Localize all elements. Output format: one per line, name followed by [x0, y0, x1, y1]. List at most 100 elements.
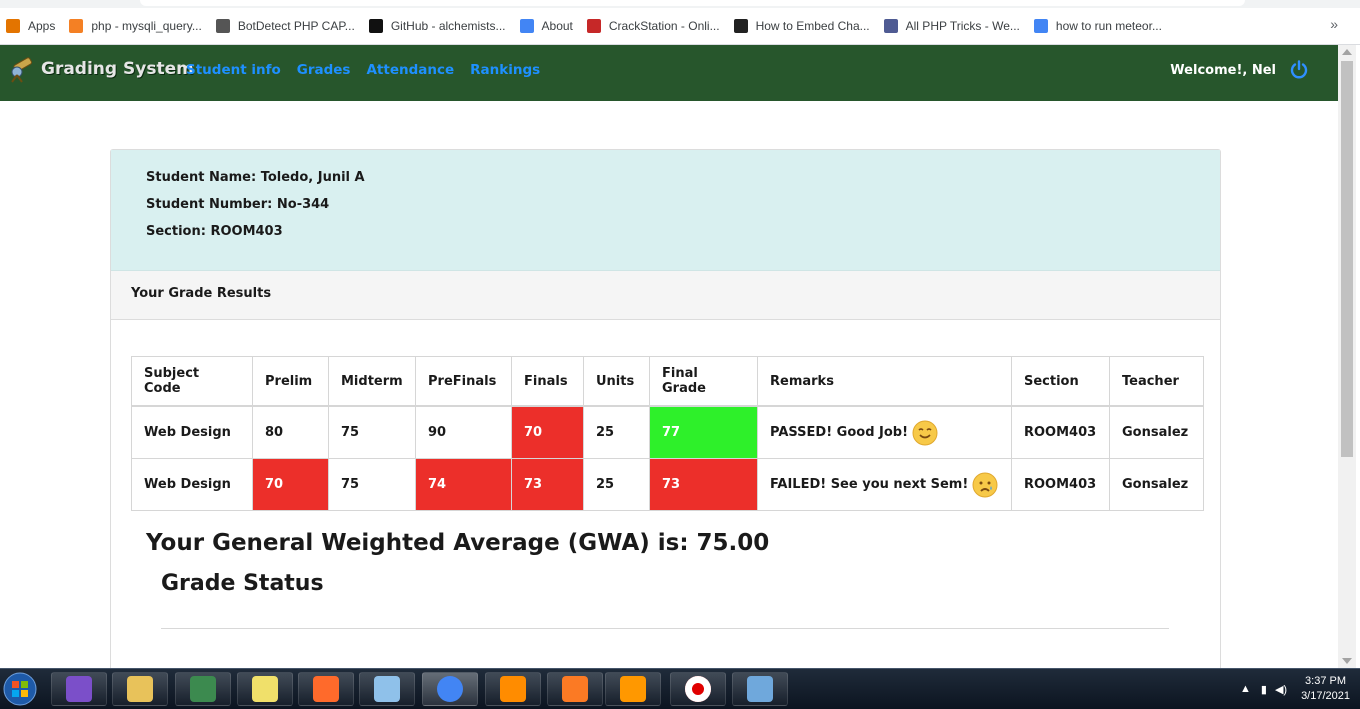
student-name: Student Name: Toledo, Junil A — [146, 170, 365, 185]
table-header-row: Subject Code Prelim Midterm PreFinals Fi… — [131, 356, 1204, 407]
taskbar-button[interactable] — [112, 672, 168, 706]
apps-grid-icon — [6, 19, 20, 33]
page-scrollbar[interactable] — [1338, 45, 1356, 668]
vlc-icon — [500, 676, 526, 702]
student-info-panel: Student Name: Toledo, Junil A Student Nu… — [111, 150, 1220, 271]
grades-table: Subject Code Prelim Midterm PreFinals Fi… — [131, 356, 1204, 511]
taskbar-button[interactable] — [359, 672, 415, 706]
xampp-icon — [562, 676, 588, 702]
network-icon[interactable]: ▮ — [1261, 683, 1267, 696]
clock[interactable]: 3:37 PM 3/17/2021 — [1301, 674, 1350, 704]
col-teacher: Teacher — [1109, 356, 1204, 407]
cell-prefinals: 90 — [415, 405, 512, 459]
table-row: Web Design 80 75 90 70 25 77 PASSED! Goo… — [131, 405, 1204, 459]
botdetect-icon — [215, 19, 230, 33]
volume-icon[interactable]: ◀) — [1275, 683, 1287, 696]
power-icon[interactable] — [1290, 60, 1308, 80]
col-prefinals: PreFinals — [415, 356, 512, 407]
cell-final-grade: 73 — [649, 458, 758, 511]
address-bar[interactable] — [140, 0, 1245, 6]
nav-attendance[interactable]: Attendance — [366, 62, 454, 78]
bookmark-item[interactable]: php - mysqli_query... — [69, 19, 202, 33]
bookmark-label: Apps — [28, 19, 56, 33]
bookmark-item[interactable]: BotDetect PHP CAP... — [215, 19, 355, 33]
nav-grades[interactable]: Grades — [297, 62, 351, 78]
cell-subject: Web Design — [131, 458, 253, 511]
clock-date: 3/17/2021 — [1301, 690, 1350, 702]
remark-text: FAILED! See you next Sem! — [770, 477, 969, 492]
bookmark-item[interactable]: how to run meteor... — [1033, 19, 1162, 33]
paint-icon — [747, 676, 773, 702]
welcome-text: Welcome!, Nel — [1170, 63, 1276, 78]
table-row: Web Design 70 75 74 73 25 73 FAILED! See… — [131, 458, 1204, 511]
nav-rankings[interactable]: Rankings — [470, 62, 540, 78]
taskbar-button[interactable] — [175, 672, 231, 706]
windows-taskbar: ▲ ▮ ◀) 3:37 PM 3/17/2021 — [0, 668, 1360, 709]
gwa-heading: Your General Weighted Average (GWA) is: … — [146, 530, 770, 556]
cell-finals: 73 — [511, 458, 584, 511]
cell-units: 25 — [583, 458, 650, 511]
cell-midterm: 75 — [328, 458, 416, 511]
cell-prelim: 80 — [252, 405, 329, 459]
bookmark-item[interactable]: How to Embed Cha... — [733, 19, 870, 33]
col-units: Units — [583, 356, 650, 407]
taskbar-button[interactable] — [237, 672, 293, 706]
telescope-logo-icon — [11, 57, 33, 83]
tray-arrow-icon[interactable]: ▲ — [1240, 683, 1251, 695]
taskbar-button[interactable] — [422, 672, 478, 706]
scroll-thumb[interactable] — [1341, 61, 1353, 457]
col-section: Section — [1011, 356, 1110, 407]
sad-face-icon — [972, 472, 998, 497]
bookmark-label: how to run meteor... — [1055, 19, 1162, 33]
cell-section: ROOM403 — [1011, 405, 1110, 459]
cell-units: 25 — [583, 405, 650, 459]
chrome-icon — [437, 676, 463, 702]
grades-card: Student Name: Toledo, Junil A Student Nu… — [110, 149, 1221, 691]
bookmarks-bar: Apps php - mysqli_query... BotDetect PHP C… — [0, 8, 1360, 45]
php-icon — [883, 19, 898, 33]
embed-icon — [733, 19, 748, 33]
taskbar-button[interactable] — [605, 672, 661, 706]
taskbar-button[interactable] — [485, 672, 541, 706]
col-midterm: Midterm — [328, 356, 416, 407]
top-navbar: Grading System Student info Grades Atten… — [0, 45, 1338, 101]
col-finals: Finals — [511, 356, 584, 407]
bookmark-item[interactable]: All PHP Tricks - We... — [883, 19, 1020, 33]
scroll-down-icon[interactable] — [1342, 658, 1352, 664]
bookmark-label: php - mysqli_query... — [91, 19, 202, 33]
pencil-app-icon — [313, 676, 339, 702]
bookmark-label: GitHub - alchemists... — [390, 19, 506, 33]
bookmark-item[interactable]: About — [519, 19, 573, 33]
student-number: Student Number: No-344 — [146, 197, 330, 212]
bookmark-item[interactable]: GitHub - alchemists... — [368, 19, 506, 33]
cell-remarks: PASSED! Good Job! — [757, 405, 1012, 459]
taskbar-button[interactable] — [670, 672, 726, 706]
cell-prefinals: 74 — [415, 458, 512, 511]
notepad-icon — [374, 676, 400, 702]
git-icon — [190, 676, 216, 702]
bookmark-item[interactable]: Apps — [6, 19, 55, 33]
taskbar-button[interactable] — [51, 672, 107, 706]
col-final-grade: Final Grade — [649, 356, 758, 407]
grade-status-title: Grade Status — [161, 571, 324, 596]
brand-title: Grading System — [41, 59, 194, 79]
windows-start-icon[interactable] — [0, 670, 40, 708]
taskbar-button[interactable] — [732, 672, 788, 706]
bookmark-item[interactable]: CrackStation - Onli... — [586, 19, 720, 33]
stackoverflow-icon — [69, 19, 84, 33]
brand[interactable]: Grading System — [8, 55, 194, 83]
browser-tabstrip — [0, 0, 1360, 8]
cell-teacher: Gonsalez — [1109, 405, 1204, 459]
nav-student-info[interactable]: Student info — [186, 62, 281, 78]
col-subject-code: Subject Code — [131, 356, 253, 407]
cell-prelim: 70 — [252, 458, 329, 511]
bookmarks-more-button[interactable]: » — [1330, 16, 1338, 32]
smiley-icon — [912, 420, 938, 445]
cell-section: ROOM403 — [1011, 458, 1110, 511]
bookmark-label: About — [541, 19, 573, 33]
taskbar-button[interactable] — [547, 672, 603, 706]
sticky-notes-icon — [252, 676, 278, 702]
mdb-icon — [519, 19, 534, 33]
scroll-up-icon[interactable] — [1342, 49, 1352, 55]
taskbar-button[interactable] — [298, 672, 354, 706]
